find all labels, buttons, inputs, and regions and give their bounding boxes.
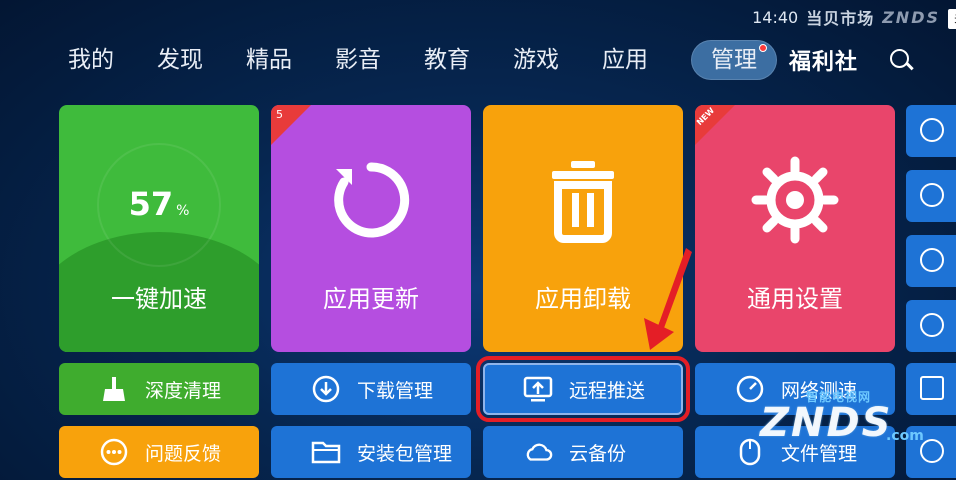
circle-icon bbox=[920, 248, 944, 272]
watermark-logo: ZNDS bbox=[760, 400, 893, 446]
tab-welfare[interactable]: 福利社 bbox=[789, 44, 858, 76]
tab-apps[interactable]: 应用 bbox=[602, 38, 648, 82]
tile-app-update[interactable]: 5 应用更新 bbox=[271, 105, 471, 352]
update-count-badge: 5 bbox=[276, 108, 283, 121]
button-label: 问题反馈 bbox=[145, 442, 222, 465]
brand-name: 当贝市场 bbox=[806, 9, 875, 28]
tab-games[interactable]: 游戏 bbox=[513, 38, 559, 82]
status-bar: 14:40 当贝市场 ZNDS 关 bbox=[752, 6, 956, 29]
side-tile-4[interactable] bbox=[906, 300, 956, 352]
download-icon bbox=[311, 374, 341, 404]
side-tile-1[interactable] bbox=[906, 105, 956, 157]
broom-icon bbox=[99, 374, 129, 404]
tile-label: 应用更新 bbox=[323, 285, 419, 313]
button-label: 下载管理 bbox=[357, 379, 434, 402]
feedback-button[interactable]: 问题反馈 bbox=[59, 426, 259, 478]
button-label: 深度清理 bbox=[145, 379, 222, 402]
tile-label: 通用设置 bbox=[747, 285, 843, 313]
screen-upload-icon bbox=[523, 374, 553, 404]
deep-clean-button[interactable]: 深度清理 bbox=[59, 363, 259, 415]
tab-media[interactable]: 影音 bbox=[335, 38, 381, 82]
tab-discover[interactable]: 发现 bbox=[157, 38, 203, 82]
side-tile-2[interactable] bbox=[906, 170, 956, 222]
button-label: 远程推送 bbox=[569, 379, 646, 402]
side-tile-3[interactable] bbox=[906, 235, 956, 287]
cloud-icon bbox=[523, 437, 553, 467]
tile-general-settings[interactable]: NEW 通用设置 bbox=[695, 105, 895, 352]
close-badge[interactable]: 关 bbox=[948, 9, 956, 29]
search-icon[interactable] bbox=[888, 47, 914, 73]
speedup-percent: 57% bbox=[128, 185, 190, 223]
trash-icon bbox=[552, 161, 614, 243]
notification-dot bbox=[759, 44, 767, 52]
tab-education[interactable]: 教育 bbox=[424, 38, 470, 82]
tab-manage[interactable]: 管理 bbox=[691, 38, 777, 82]
monitor-icon bbox=[920, 376, 944, 400]
button-label: 安装包管理 bbox=[357, 442, 453, 465]
folder-icon bbox=[311, 437, 341, 467]
more-dots-icon bbox=[99, 437, 129, 467]
watermark-suffix: .com bbox=[886, 428, 924, 444]
package-manager-button[interactable]: 安装包管理 bbox=[271, 426, 471, 478]
circle-icon bbox=[920, 183, 944, 207]
tab-mine[interactable]: 我的 bbox=[68, 38, 114, 82]
tab-featured[interactable]: 精品 bbox=[246, 38, 292, 82]
annotation-arrow bbox=[644, 248, 692, 350]
circle-icon bbox=[920, 313, 944, 337]
znds-watermark: 智能电视网 ZNDS .com bbox=[748, 388, 924, 458]
remote-push-button[interactable]: 远程推送 bbox=[476, 356, 690, 422]
tile-one-click-speedup[interactable]: 57% 一键加速 bbox=[59, 105, 259, 352]
tile-label: 一键加速 bbox=[111, 285, 207, 313]
circle-icon bbox=[920, 118, 944, 142]
button-label: 云备份 bbox=[569, 442, 627, 465]
gear-icon bbox=[751, 156, 839, 244]
download-manager-button[interactable]: 下载管理 bbox=[271, 363, 471, 415]
clock: 14:40 bbox=[752, 7, 799, 27]
top-nav: 我的 发现 精品 影音 教育 游戏 应用 管理 福利社 bbox=[68, 38, 914, 82]
cloud-backup-button[interactable]: 云备份 bbox=[483, 426, 683, 478]
brand-logo: ZNDS bbox=[882, 7, 940, 27]
refresh-icon bbox=[334, 162, 410, 238]
